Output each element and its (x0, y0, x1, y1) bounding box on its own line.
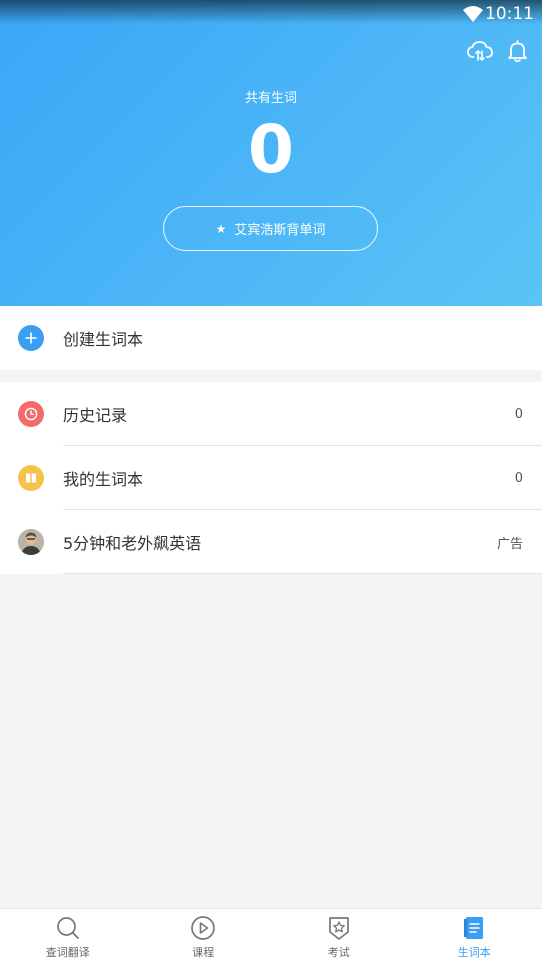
history-label: 历史记录 (63, 406, 128, 425)
wifi-icon (463, 6, 483, 22)
word-count-label: 共有生词 (244, 91, 297, 106)
vocabulary-screen: 10:11 共有生词 0 ★ 艾宾浩斯背单词 创建生词本 历史记录 0 我的生词… (0, 0, 542, 964)
nav-label: 考试 (327, 946, 350, 959)
bottom-nav: 查词翻译 课程 考试 生词本 (0, 908, 542, 964)
recite-words-button[interactable]: ★ 艾宾浩斯背单词 (163, 206, 378, 251)
history-count: 0 (514, 406, 523, 422)
avatar (18, 529, 44, 555)
status-time: 10:11 (485, 4, 534, 24)
status-bar: 10:11 (0, 0, 542, 30)
my-notebook-label: 我的生词本 (63, 470, 144, 489)
star-badge-icon (328, 917, 349, 940)
nav-label: 查词翻译 (45, 946, 90, 959)
plus-icon (18, 325, 44, 351)
bell-icon[interactable] (507, 40, 528, 62)
nav-vocabulary-notebook[interactable]: 生词本 (407, 909, 542, 964)
recite-words-label: 艾宾浩斯背单词 (234, 223, 326, 238)
notebook-list: 历史记录 0 我的生词本 0 5分钟和老外飙英语 广告 (0, 382, 542, 574)
list-item-history[interactable]: 历史记录 0 (0, 382, 542, 446)
ad-tag: 广告 (496, 536, 523, 552)
ad-label: 5分钟和老外飙英语 (63, 534, 202, 553)
search-icon (56, 917, 79, 939)
create-notebook-label: 创建生词本 (63, 330, 144, 349)
my-notebook-count: 0 (514, 470, 523, 486)
list-item-my-notebook[interactable]: 我的生词本 0 (0, 446, 542, 510)
nav-label: 课程 (192, 946, 215, 959)
nav-lookup-translate[interactable]: 查词翻译 (0, 909, 136, 964)
list-item-ad[interactable]: 5分钟和老外飙英语 广告 (0, 510, 542, 574)
clock-icon (18, 401, 44, 427)
nav-exam[interactable]: 考试 (271, 909, 407, 964)
header: 10:11 共有生词 0 ★ 艾宾浩斯背单词 (0, 0, 542, 306)
play-icon (191, 916, 216, 940)
cloud-sync-icon[interactable] (467, 40, 493, 62)
nav-courses[interactable]: 课程 (136, 909, 272, 964)
divider (63, 573, 542, 574)
nav-label: 生词本 (457, 946, 491, 959)
notebook-icon (464, 917, 484, 939)
create-notebook-row[interactable]: 创建生词本 (0, 306, 542, 370)
book-icon (18, 465, 44, 491)
word-count: 0 (248, 111, 294, 188)
star-icon: ★ (215, 221, 227, 236)
